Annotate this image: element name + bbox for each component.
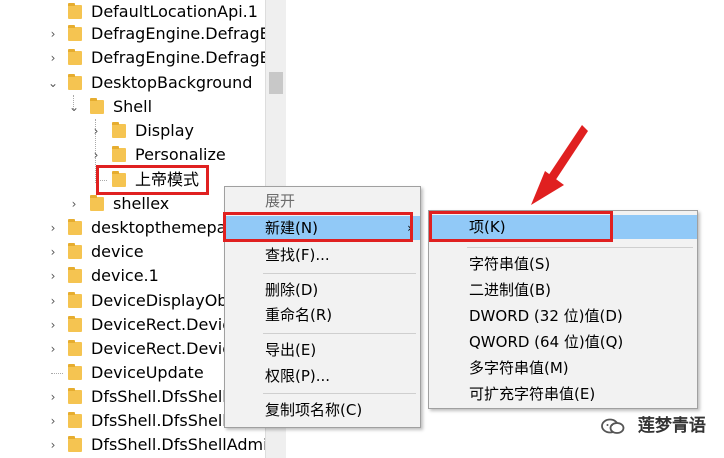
tree-item-label: DfsShell.DfsShellAdmi: [91, 435, 265, 454]
tree-item-label: DefragEngine.DefragE: [91, 48, 265, 67]
tree-item-label: DefragEngine.DefragE: [91, 24, 265, 43]
menu-item-delete[interactable]: 删除(D): [225, 278, 420, 302]
wechat-icon: [601, 418, 625, 434]
tree-item-label: DeviceRect.Devic: [91, 315, 231, 334]
menu-separator: [263, 393, 416, 394]
submenu-item-key[interactable]: 项(K): [429, 215, 697, 239]
tree-item-label: DfsShell.DfsShell: [91, 387, 227, 406]
menu-item-new[interactable]: 新建(N) ›: [225, 216, 420, 240]
expand-arrow-icon[interactable]: ›: [46, 409, 60, 433]
tree-item-label: Shell: [113, 97, 153, 116]
submenu-item-expandable-string-value[interactable]: 可扩充字符串值(E): [429, 382, 697, 406]
submenu-item-qword-value[interactable]: QWORD (64 位)值(Q): [429, 330, 697, 354]
expand-arrow-icon[interactable]: ›: [46, 264, 60, 288]
folder-icon: [112, 171, 126, 187]
tree-item-label: DefaultLocationApi.1: [91, 2, 258, 21]
expand-arrow-icon[interactable]: ›: [46, 385, 60, 409]
tree-item[interactable]: ⌄ DesktopBackground: [0, 71, 265, 95]
tree-item[interactable]: DefaultLocationApi.1: [0, 0, 265, 24]
tree-item-label: 上帝模式: [135, 170, 200, 189]
menu-separator: [263, 273, 416, 274]
tree-item-label: DeviceRect.Devic: [91, 339, 231, 358]
tree-item-label: device: [91, 242, 144, 261]
expand-arrow-icon[interactable]: ›: [89, 143, 103, 167]
collapse-arrow-icon[interactable]: ⌄: [46, 71, 60, 95]
folder-icon: [68, 436, 82, 452]
tree-item-label: DfsShell.DfsShell.: [91, 411, 232, 430]
expand-arrow-icon[interactable]: ›: [46, 337, 60, 361]
folder-icon: [112, 122, 126, 138]
menu-item-export[interactable]: 导出(E): [225, 338, 420, 362]
folder-icon: [68, 219, 82, 235]
tree-item-label: DeviceUpdate: [91, 363, 204, 382]
tree-item-label: desktopthemepa: [91, 218, 227, 237]
folder-icon: [68, 267, 82, 283]
folder-icon: [68, 340, 82, 356]
tree-item[interactable]: ⌄ Shell: [0, 95, 265, 119]
expand-arrow-icon[interactable]: ›: [67, 192, 81, 216]
collapse-arrow-icon[interactable]: ⌄: [67, 95, 81, 119]
expand-arrow-icon[interactable]: ›: [46, 313, 60, 337]
expand-arrow-icon[interactable]: ›: [46, 240, 60, 264]
expand-arrow-icon[interactable]: ›: [46, 289, 60, 313]
tree-item-label: device.1: [91, 266, 159, 285]
tree-item[interactable]: › Display: [0, 119, 265, 143]
submenu-item-multi-string-value[interactable]: 多字符串值(M): [429, 356, 697, 380]
folder-icon: [68, 243, 82, 259]
folder-icon: [68, 412, 82, 428]
menu-item-new-label: 新建(N): [265, 219, 318, 237]
expand-arrow-icon[interactable]: ›: [89, 119, 103, 143]
folder-icon: [68, 316, 82, 332]
tree-item-label: Display: [135, 121, 194, 140]
menu-item-find[interactable]: 查找(F)...: [225, 243, 420, 267]
expand-arrow-icon[interactable]: ›: [46, 46, 60, 70]
expand-arrow-icon[interactable]: ›: [46, 22, 60, 46]
expand-arrow-icon[interactable]: ›: [46, 433, 60, 457]
watermark: 莲梦青语: [600, 412, 706, 440]
menu-item-expand[interactable]: 展开: [225, 189, 420, 213]
menu-item-copy-key-name[interactable]: 复制项名称(C): [225, 398, 420, 422]
tree-item[interactable]: › DefragEngine.DefragE: [0, 22, 265, 46]
menu-separator: [467, 247, 693, 248]
folder-icon: [68, 3, 82, 19]
tree-item-label: DesktopBackground: [91, 73, 253, 92]
folder-open-icon: [68, 74, 82, 90]
tree-item[interactable]: › DfsShell.DfsShellAdmi: [0, 433, 265, 457]
menu-item-permissions[interactable]: 权限(P)...: [225, 364, 420, 388]
tree-item[interactable]: › DefragEngine.DefragE: [0, 46, 265, 70]
expand-arrow-icon[interactable]: ›: [46, 216, 60, 240]
tree-item-label: shellex: [113, 194, 170, 213]
submenu-item-string-value[interactable]: 字符串值(S): [429, 252, 697, 276]
folder-open-icon: [90, 98, 104, 114]
folder-icon: [68, 292, 82, 308]
watermark-text: 莲梦青语: [637, 416, 706, 436]
folder-icon: [68, 49, 82, 65]
folder-icon: [112, 146, 126, 162]
submenu-item-dword-value[interactable]: DWORD (32 位)值(D): [429, 304, 697, 328]
menu-separator: [263, 333, 416, 334]
submenu-arrow-icon: ›: [407, 221, 412, 235]
tree-item-label: Personalize: [135, 145, 226, 164]
folder-icon: [68, 25, 82, 41]
menu-item-rename[interactable]: 重命名(R): [225, 303, 420, 327]
new-submenu: 项(K) 字符串值(S) 二进制值(B) DWORD (32 位)值(D) QW…: [428, 210, 698, 409]
tree-item-label: DeviceDisplayOb: [91, 291, 228, 310]
folder-icon: [68, 364, 82, 380]
tree-item[interactable]: › Personalize: [0, 143, 265, 167]
folder-icon: [68, 388, 82, 404]
submenu-item-binary-value[interactable]: 二进制值(B): [429, 278, 697, 302]
folder-icon: [90, 195, 104, 211]
context-menu: 展开 新建(N) › 查找(F)... 删除(D) 重命名(R) 导出(E) 权…: [224, 186, 421, 428]
scrollbar-thumb[interactable]: [269, 72, 283, 94]
